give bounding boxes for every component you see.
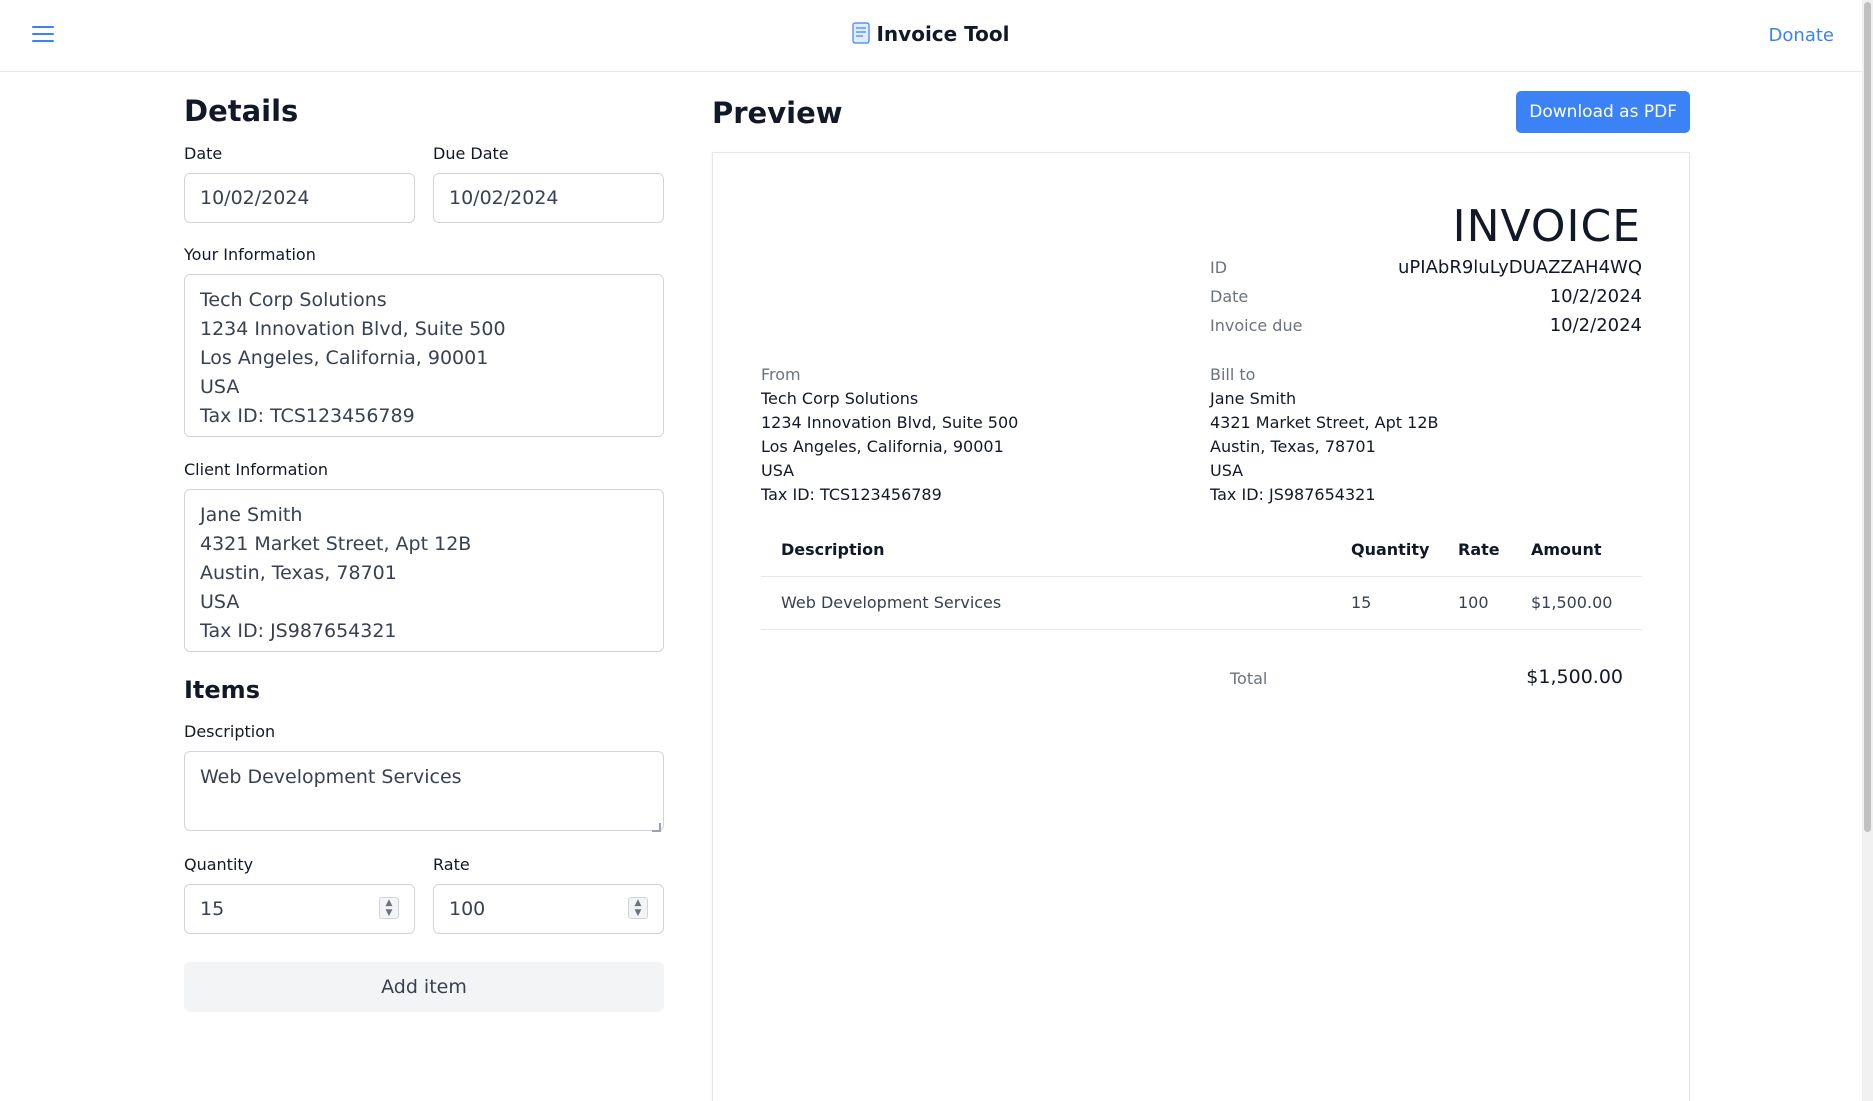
invoice-title: INVOICE <box>1452 201 1641 252</box>
page-scrollbar[interactable] <box>1862 0 1873 1101</box>
from-line: Los Angeles, California, 90001 <box>761 437 1004 456</box>
column-header: Quantity <box>1351 523 1458 577</box>
table-cell: 15 <box>1351 576 1458 630</box>
scrollbar-thumb[interactable] <box>1864 2 1871 832</box>
column-header: Description <box>761 523 1351 577</box>
top-bar: Invoice Tool Donate <box>0 0 1862 72</box>
total-value: $1,500.00 <box>1526 666 1623 688</box>
from-label: From <box>761 365 801 384</box>
client-info-textarea[interactable]: Jane Smith 4321 Market Street, Apt 12B A… <box>184 489 664 652</box>
your-info-label: Your Information <box>184 245 316 264</box>
billto-line: Tax ID: JS987654321 <box>1210 485 1376 504</box>
stepper-icon[interactable]: ▲ ▼ <box>379 897 399 919</box>
from-line: Tech Corp Solutions <box>761 389 919 408</box>
download-pdf-button[interactable]: Download as PDF <box>1516 91 1690 133</box>
column-header: Amount <box>1531 523 1642 577</box>
billto-line: Jane Smith <box>1210 389 1297 408</box>
stepper-icon[interactable]: ▲ ▼ <box>628 897 648 919</box>
invoice-id-value: uPIAbR9luLyDUAZZAH4WQ <box>1398 257 1642 278</box>
billto-line: Austin, Texas, 78701 <box>1210 437 1376 456</box>
due-date-label: Due Date <box>433 144 509 163</box>
date-input[interactable] <box>184 173 415 223</box>
from-line: USA <box>761 461 795 480</box>
from-line: Tax ID: TCS123456789 <box>761 485 942 504</box>
invoice-due-value: 10/2/2024 <box>1549 315 1642 336</box>
invoice-date-label: Date <box>1210 287 1249 306</box>
your-info-textarea[interactable]: Tech Corp Solutions 1234 Innovation Blvd… <box>184 274 664 437</box>
details-form: Details Date Due Date Your Information T… <box>184 72 664 1012</box>
invoice-due-label: Invoice due <box>1210 316 1303 335</box>
table-row: Web Development Services 15 100 $1,500.0… <box>761 576 1642 630</box>
invoice-id-label: ID <box>1210 258 1228 277</box>
total-label: Total <box>1230 669 1268 688</box>
app-title: Invoice Tool <box>0 22 1862 49</box>
resize-grip-icon[interactable] <box>652 823 661 832</box>
billto-line: USA <box>1210 461 1244 480</box>
date-label: Date <box>184 144 223 163</box>
due-date-input[interactable] <box>433 173 664 223</box>
invoice-date-value: 10/2/2024 <box>1549 286 1642 307</box>
table-cell: Web Development Services <box>761 576 1351 630</box>
billto-line: 4321 Market Street, Apt 12B <box>1210 413 1439 432</box>
rate-label: Rate <box>433 855 470 874</box>
table-cell: 100 <box>1458 576 1531 630</box>
items-heading: Items <box>184 676 260 704</box>
description-label: Description <box>184 722 276 741</box>
details-heading: Details <box>184 94 299 128</box>
table-header-row: Description Quantity Rate Amount <box>761 523 1642 577</box>
table-cell: $1,500.00 <box>1531 576 1642 630</box>
preview-heading: Preview <box>712 96 843 130</box>
from-block: From Tech Corp Solutions 1234 Innovation… <box>761 363 1018 507</box>
quantity-label: Quantity <box>184 855 254 874</box>
description-textarea[interactable]: Web Development Services <box>184 751 664 831</box>
billto-label: Bill to <box>1210 365 1256 384</box>
from-line: 1234 Innovation Blvd, Suite 500 <box>761 413 1019 432</box>
column-header: Rate <box>1458 523 1531 577</box>
client-info-label: Client Information <box>184 460 329 479</box>
items-table: Description Quantity Rate Amount Web Dev… <box>761 523 1642 630</box>
invoice-document: INVOICE ID uPIAbR9luLyDUAZZAH4WQ Date 10… <box>712 152 1690 1101</box>
app-title-text: Invoice Tool <box>876 22 1010 46</box>
billto-block: Bill to Jane Smith 4321 Market Street, A… <box>1210 363 1438 507</box>
add-item-button[interactable]: Add item <box>184 962 664 1012</box>
donate-link[interactable]: Donate <box>1769 25 1834 46</box>
invoice-meta: ID uPIAbR9luLyDUAZZAH4WQ Date 10/2/2024 … <box>1210 253 1642 340</box>
invoice-icon <box>852 22 871 49</box>
